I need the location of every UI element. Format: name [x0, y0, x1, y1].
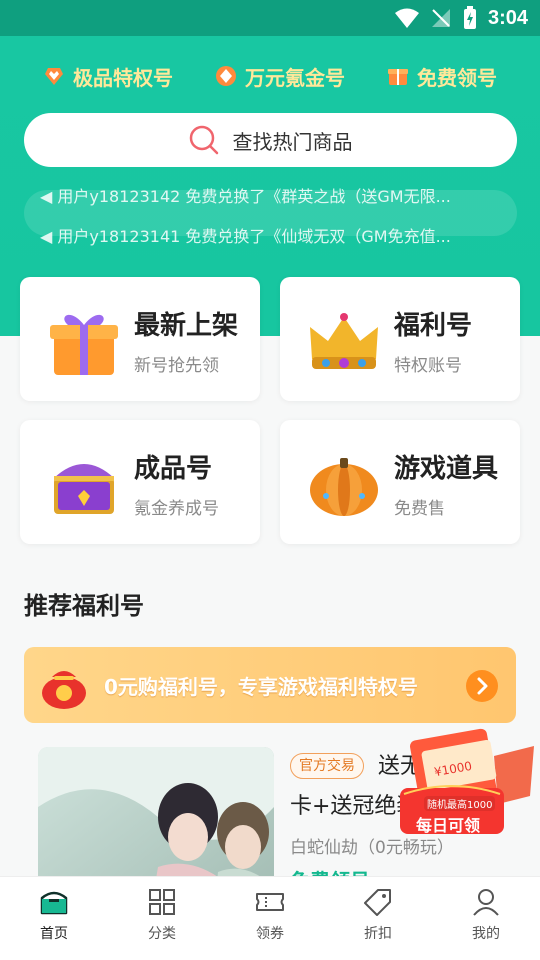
category-new[interactable]: 最新上架 新号抢先领 — [20, 277, 260, 401]
ticket-icon — [256, 893, 284, 911]
perks-row: 极品特权号 万元氪金号 免费领号 — [0, 58, 540, 94]
tab-category[interactable]: 分类 — [108, 877, 216, 960]
perk-label: 极品特权号 — [73, 65, 173, 90]
category-items[interactable]: 游戏道具 免费售 — [280, 420, 520, 544]
promo-text: 0元购福利号，专享游戏福利特权号 — [104, 675, 418, 699]
perk-label: 免费领号 — [417, 65, 497, 90]
badge-label: 每日可领 — [416, 816, 481, 835]
clock: 3:04 — [487, 6, 528, 29]
game-artwork — [38, 747, 274, 877]
wifi-icon — [394, 8, 419, 28]
tab-home[interactable]: 首页 — [0, 877, 108, 960]
ticker-text: 用户y18123142 免费兑换了《群英之战（送GM无限... — [57, 187, 451, 206]
tab-label: 领券 — [256, 926, 284, 942]
megaphone-icon: ◀ — [40, 227, 58, 246]
pumpkin-icon — [310, 458, 378, 516]
perk-wealth[interactable]: 万元氪金号 — [215, 58, 345, 94]
gift-box-icon — [388, 69, 408, 85]
diamond-icon — [216, 66, 236, 86]
tab-label: 我的 — [472, 926, 500, 942]
category-title: 最新上架 — [134, 311, 239, 341]
user-icon — [473, 889, 499, 916]
search-input[interactable]: 查找热门商品 — [24, 113, 517, 167]
tab-label: 折扣 — [364, 926, 392, 942]
status-bar: 3:04 — [0, 0, 540, 36]
perk-free[interactable]: 免费领号 — [387, 58, 497, 94]
search-icon — [189, 125, 218, 155]
tab-label: 分类 — [148, 926, 176, 942]
daily-reward-badge[interactable]: ¥1000 随机最高1000 每日可领 — [394, 726, 540, 838]
tab-discount[interactable]: 折扣 — [324, 877, 432, 960]
category-welfare[interactable]: 福利号 特权账号 — [280, 277, 520, 401]
crown-icon — [310, 313, 378, 369]
product-image[interactable] — [38, 747, 274, 877]
chevron-right-icon — [477, 677, 488, 695]
category-subtitle: 免费售 — [394, 499, 445, 519]
home-icon — [40, 891, 68, 915]
category-subtitle: 新号抢先领 — [134, 356, 219, 376]
category-subtitle: 特权账号 — [394, 356, 462, 376]
category-title: 福利号 — [394, 311, 473, 341]
tab-label: 首页 — [40, 926, 68, 942]
official-trade-badge: 官方交易 — [290, 753, 364, 779]
grid-icon — [149, 889, 175, 915]
megaphone-icon: ◀ — [40, 187, 58, 206]
section-title: 推荐福利号 — [24, 592, 144, 620]
signal-off-icon — [431, 9, 450, 27]
promo-arrow-button[interactable] — [466, 670, 498, 702]
perk-label: 万元氪金号 — [245, 65, 345, 90]
category-title: 成品号 — [134, 454, 213, 484]
category-subtitle: 氪金养成号 — [134, 499, 219, 519]
ticker-text: 用户y18123141 免费兑换了《仙域无双（GM免充值... — [57, 227, 451, 246]
gift-box-icon — [50, 314, 118, 375]
tab-mine[interactable]: 我的 — [432, 877, 540, 960]
ticker-item: ◀ 用户y18123141 免费兑换了《仙域无双（GM免充值... — [40, 218, 451, 248]
category-finished[interactable]: 成品号 氪金养成号 — [20, 420, 260, 544]
battery-icon — [463, 6, 476, 29]
ticker-item: ◀ 用户y18123142 免费兑换了《群英之战（送GM无限... — [40, 178, 451, 216]
treasure-chest-icon — [54, 464, 114, 514]
tab-coupons[interactable]: 领券 — [216, 877, 324, 960]
perk-premium[interactable]: 极品特权号 — [43, 58, 173, 94]
status-icons: 3:04 — [394, 6, 528, 30]
badge-note: 随机最高1000 — [424, 796, 496, 811]
diamond-heart-icon — [45, 68, 63, 85]
bottom-tab-bar: 首页 分类 领券 折扣 我的 — [0, 876, 540, 960]
activity-ticker: ◀ 用户y18123142 免费兑换了《群英之战（送GM无限... ◀ 用户y1… — [24, 178, 517, 248]
tag-icon — [364, 889, 391, 916]
search-placeholder: 查找热门商品 — [232, 129, 353, 154]
promo-banner[interactable]: 0元购福利号，专享游戏福利特权号 — [24, 647, 516, 723]
category-title: 游戏道具 — [394, 454, 499, 484]
money-bag-icon — [42, 671, 86, 709]
